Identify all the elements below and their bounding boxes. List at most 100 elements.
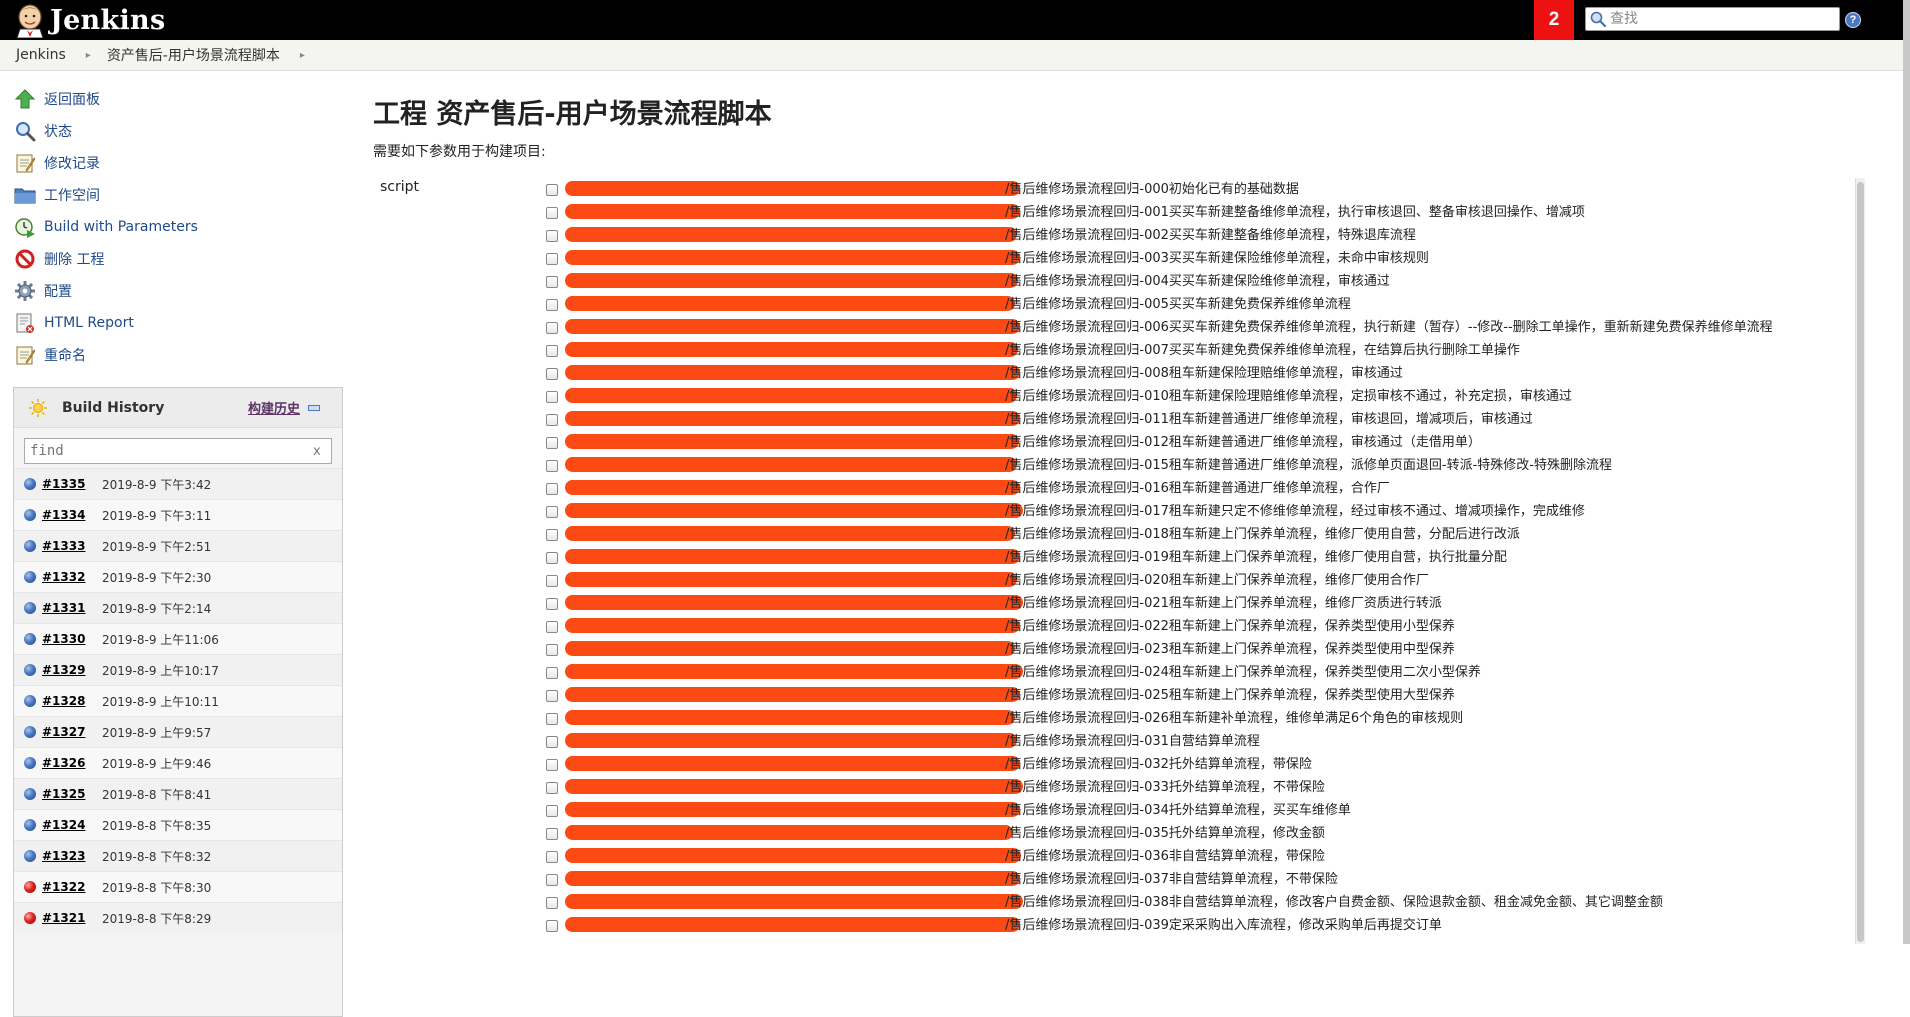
script-checkbox[interactable] [546, 712, 558, 725]
script-label[interactable]: /售后维修场景流程回归-033托外结算单流程，不带保险 [1005, 776, 1325, 799]
build-number-link[interactable]: #1335 [42, 477, 100, 491]
script-checkbox[interactable] [546, 827, 558, 840]
side-task-label[interactable]: 修改记录 [44, 153, 100, 173]
side-task[interactable]: HTML Report [14, 310, 134, 336]
script-checkbox[interactable] [546, 321, 558, 334]
build-success-icon[interactable] [24, 478, 36, 490]
script-label[interactable]: /售后维修场景流程回归-008租车新建保险理赔维修单流程，审核通过 [1005, 362, 1403, 385]
build-success-icon[interactable] [24, 788, 36, 800]
script-checkbox[interactable] [546, 367, 558, 380]
build-timestamp[interactable]: 2019-8-8 下午8:30 [102, 879, 211, 896]
build-timestamp[interactable]: 2019-8-9 下午3:42 [102, 476, 211, 493]
page-scrollbar[interactable] [1903, 0, 1910, 944]
build-number-link[interactable]: #1328 [42, 694, 100, 708]
build-timestamp[interactable]: 2019-8-9 上午11:06 [102, 631, 219, 648]
script-label[interactable]: /售后维修场景流程回归-034托外结算单流程，买买车维修单 [1005, 799, 1351, 822]
script-label[interactable]: /售后维修场景流程回归-004买买车新建保险维修单流程，审核通过 [1005, 270, 1390, 293]
script-label[interactable]: /售后维修场景流程回归-026租车新建补单流程，维修单满足6个角色的审核规则 [1005, 707, 1463, 730]
script-checkbox[interactable] [546, 275, 558, 288]
script-checkbox[interactable] [546, 436, 558, 449]
script-checkbox[interactable] [546, 643, 558, 656]
build-success-icon[interactable] [24, 850, 36, 862]
script-checkbox[interactable] [546, 229, 558, 242]
script-checkbox[interactable] [546, 804, 558, 817]
build-success-icon[interactable] [24, 726, 36, 738]
side-task[interactable]: 工作空间 [14, 182, 100, 208]
side-task-label[interactable]: Build with Parameters [44, 219, 198, 235]
side-task-label[interactable]: 配置 [44, 281, 72, 301]
build-success-icon[interactable] [24, 571, 36, 583]
script-checkbox[interactable] [546, 482, 558, 495]
build-number-link[interactable]: #1331 [42, 601, 100, 615]
script-checkbox[interactable] [546, 919, 558, 932]
build-number-link[interactable]: #1326 [42, 756, 100, 770]
side-task[interactable]: 配置 [14, 278, 72, 304]
build-number-link[interactable]: #1334 [42, 508, 100, 522]
side-task-label[interactable]: HTML Report [44, 315, 134, 331]
script-label[interactable]: /售后维修场景流程回归-023租车新建上门保养单流程，保养类型使用中型保养 [1005, 638, 1455, 661]
build-success-icon[interactable] [24, 757, 36, 769]
side-task[interactable]: 返回面板 [14, 86, 100, 112]
script-label[interactable]: /售后维修场景流程回归-031自营结算单流程 [1005, 730, 1260, 753]
collapse-icon[interactable] [308, 404, 320, 411]
script-label[interactable]: /售后维修场景流程回归-039定采采购出入库流程，修改采购单后再提交订单 [1005, 914, 1442, 937]
script-label[interactable]: /售后维修场景流程回归-036非自营结算单流程，带保险 [1005, 845, 1325, 868]
build-number-link[interactable]: #1330 [42, 632, 100, 646]
side-task[interactable]: 状态 [14, 118, 72, 144]
script-label[interactable]: /售后维修场景流程回归-005买买车新建免费保养维修单流程 [1005, 293, 1351, 316]
build-timestamp[interactable]: 2019-8-9 上午10:11 [102, 693, 219, 710]
build-timestamp[interactable]: 2019-8-9 上午9:57 [102, 724, 211, 741]
clear-filter-icon[interactable]: x [313, 444, 327, 459]
build-number-link[interactable]: #1323 [42, 849, 100, 863]
script-checkbox[interactable] [546, 620, 558, 633]
build-number-link[interactable]: #1321 [42, 911, 100, 925]
side-task[interactable]: 删除 工程 [14, 246, 104, 272]
script-checkbox[interactable] [546, 252, 558, 265]
breadcrumb-project[interactable]: 资产售后-用户场景流程脚本 [91, 45, 280, 65]
script-label[interactable]: /售后维修场景流程回归-011租车新建普通进厂维修单流程，审核退回，增减项后，审… [1005, 408, 1533, 431]
build-success-icon[interactable] [24, 819, 36, 831]
build-success-icon[interactable] [24, 602, 36, 614]
script-label[interactable]: /售后维修场景流程回归-035托外结算单流程，修改金额 [1005, 822, 1325, 845]
build-number-link[interactable]: #1332 [42, 570, 100, 584]
build-success-icon[interactable] [24, 509, 36, 521]
script-checkbox[interactable] [546, 597, 558, 610]
script-label[interactable]: /售后维修场景流程回归-019租车新建上门保养单流程，维修厂使用自营，执行批量分… [1005, 546, 1507, 569]
script-label[interactable]: /售后维修场景流程回归-007买买车新建免费保养维修单流程，在结算后执行删除工单… [1005, 339, 1520, 362]
help-icon[interactable]: ? [1845, 12, 1861, 28]
build-timestamp[interactable]: 2019-8-9 下午2:30 [102, 569, 211, 586]
script-list-scrollbar[interactable] [1855, 178, 1865, 944]
build-success-icon[interactable] [24, 540, 36, 552]
script-label[interactable]: /售后维修场景流程回归-032托外结算单流程，带保险 [1005, 753, 1312, 776]
script-checkbox[interactable] [546, 505, 558, 518]
script-checkbox[interactable] [546, 758, 558, 771]
script-checkbox[interactable] [546, 390, 558, 403]
script-checkbox[interactable] [546, 781, 558, 794]
script-checkbox[interactable] [546, 413, 558, 426]
side-task-label[interactable]: 状态 [44, 121, 72, 141]
script-label[interactable]: /售后维修场景流程回归-020租车新建上门保养单流程，维修厂使用合作厂 [1005, 569, 1429, 592]
build-number-link[interactable]: #1322 [42, 880, 100, 894]
side-task[interactable]: 重命名 [14, 342, 86, 368]
script-label[interactable]: /售后维修场景流程回归-038非自营结算单流程，修改客户自费金额、保险退款金额、… [1005, 891, 1663, 914]
script-label[interactable]: /售后维修场景流程回归-024租车新建上门保养单流程，保养类型使用二次小型保养 [1005, 661, 1481, 684]
script-label[interactable]: /售后维修场景流程回归-002买买车新建整备维修单流程，特殊退库流程 [1005, 224, 1416, 247]
build-timestamp[interactable]: 2019-8-8 下午8:41 [102, 786, 211, 803]
script-label[interactable]: /售后维修场景流程回归-006买买车新建免费保养维修单流程，执行新建（暂存）--… [1005, 316, 1773, 339]
build-timestamp[interactable]: 2019-8-8 下午8:32 [102, 848, 211, 865]
script-label[interactable]: /售后维修场景流程回归-016租车新建普通进厂维修单流程，合作厂 [1005, 477, 1390, 500]
build-timestamp[interactable]: 2019-8-9 上午9:46 [102, 755, 211, 772]
build-timestamp[interactable]: 2019-8-9 下午3:11 [102, 507, 211, 524]
side-task[interactable]: 修改记录 [14, 150, 100, 176]
script-label[interactable]: /售后维修场景流程回归-003买买车新建保险维修单流程，未命中审核规则 [1005, 247, 1429, 270]
build-failed-icon[interactable] [24, 912, 36, 924]
script-label[interactable]: /售后维修场景流程回归-000初始化已有的基础数据 [1005, 178, 1299, 201]
script-checkbox[interactable] [546, 896, 558, 909]
build-number-link[interactable]: #1324 [42, 818, 100, 832]
script-checkbox[interactable] [546, 574, 558, 587]
script-label[interactable]: /售后维修场景流程回归-021租车新建上门保养单流程，维修厂资质进行转派 [1005, 592, 1442, 615]
build-success-icon[interactable] [24, 695, 36, 707]
script-label[interactable]: /售后维修场景流程回归-010租车新建保险理赔维修单流程，定损审核不通过，补充定… [1005, 385, 1572, 408]
script-checkbox[interactable] [546, 551, 558, 564]
build-timestamp[interactable]: 2019-8-9 下午2:14 [102, 600, 211, 617]
